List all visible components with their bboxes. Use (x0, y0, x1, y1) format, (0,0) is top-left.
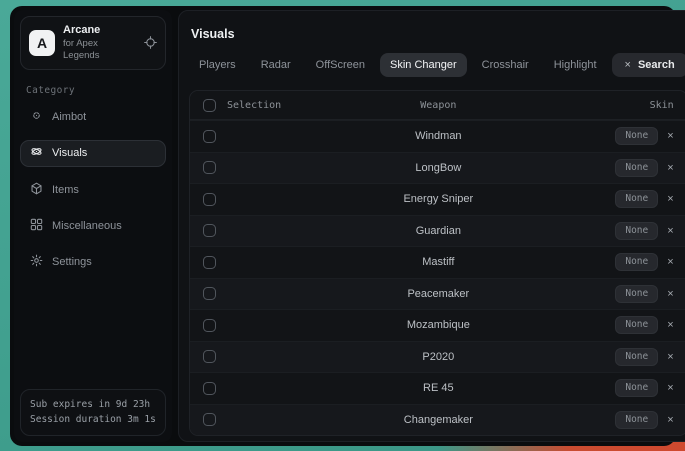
target-icon[interactable] (144, 36, 157, 49)
row-checkbox[interactable] (203, 130, 216, 143)
clear-skin-icon[interactable]: × (667, 130, 673, 142)
weapon-name: Energy Sniper (190, 193, 685, 205)
sidebar-item-label: Miscellaneous (52, 220, 122, 232)
clear-skin-icon[interactable]: × (667, 351, 673, 363)
eye-icon (30, 145, 43, 161)
row-checkbox[interactable] (203, 224, 216, 237)
tab-crosshair[interactable]: Crosshair (472, 53, 539, 77)
sidebar-item-aimbot[interactable]: Aimbot (20, 104, 166, 131)
sidebar-item-settings[interactable]: Settings (20, 249, 166, 276)
tab-skin-changer[interactable]: Skin Changer (380, 53, 467, 77)
app-logo: A (29, 30, 55, 56)
clear-skin-icon[interactable]: × (667, 162, 673, 174)
skin-value-chip[interactable]: None (615, 348, 658, 366)
skin-value-chip[interactable]: None (615, 379, 658, 397)
skin-value-chip[interactable]: None (615, 316, 658, 334)
sidebar-item-items[interactable]: Items (20, 177, 166, 204)
search-button[interactable]: × Search (612, 53, 685, 77)
row-checkbox[interactable] (203, 382, 216, 395)
column-header-skin: Skin (650, 100, 674, 111)
skin-value-chip[interactable]: None (615, 127, 658, 145)
clear-skin-icon[interactable]: × (667, 288, 673, 300)
skin-value-chip[interactable]: None (615, 411, 658, 429)
gear-icon (30, 254, 43, 270)
row-checkbox[interactable] (203, 287, 216, 300)
table-row: Windman None × (190, 120, 685, 152)
table-row: Changemaker None × (190, 404, 685, 436)
skin-value-chip[interactable]: None (615, 285, 658, 303)
row-checkbox[interactable] (203, 319, 216, 332)
page-title: Visuals (191, 27, 685, 41)
search-button-label: Search (638, 59, 675, 71)
row-checkbox[interactable] (203, 413, 216, 426)
weapon-name: Peacemaker (190, 288, 685, 300)
weapon-name: Mozambique (190, 319, 685, 331)
clear-skin-icon[interactable]: × (667, 319, 673, 331)
category-label: Category (26, 85, 160, 96)
weapon-name: Windman (190, 130, 685, 142)
skin-value-chip[interactable]: None (615, 222, 658, 240)
row-checkbox[interactable] (203, 193, 216, 206)
search-icon: × (625, 59, 631, 71)
clear-skin-icon[interactable]: × (667, 414, 673, 426)
skin-value-chip[interactable]: None (615, 190, 658, 208)
layout-grid-icon (30, 218, 43, 234)
tab-radar[interactable]: Radar (251, 53, 301, 77)
tab-offscreen[interactable]: OffScreen (306, 53, 375, 77)
tab-players[interactable]: Players (189, 53, 246, 77)
sidebar-item-label: Visuals (52, 147, 87, 159)
brand-text: Arcane for Apex Legends (63, 24, 136, 62)
table-header-row: Selection Weapon Skin (190, 91, 685, 120)
tab-highlight[interactable]: Highlight (544, 53, 607, 77)
skin-table: Selection Weapon Skin Windman None × Long… (189, 90, 685, 436)
row-checkbox[interactable] (203, 350, 216, 363)
skin-value-chip[interactable]: None (615, 253, 658, 271)
clear-skin-icon[interactable]: × (667, 256, 673, 268)
sidebar-item-label: Aimbot (52, 111, 86, 123)
table-row: Peacemaker None × (190, 278, 685, 310)
skin-value-chip[interactable]: None (615, 159, 658, 177)
app-subtitle: for Apex Legends (63, 38, 136, 62)
sidebar: A Arcane for Apex Legends Category Aimbo… (14, 10, 172, 442)
table-row: Mozambique None × (190, 309, 685, 341)
column-header-selection: Selection (227, 100, 281, 111)
table-row: P2020 None × (190, 341, 685, 373)
crosshair-icon (30, 109, 43, 125)
weapon-name: RE 45 (190, 382, 685, 394)
sub-expires-text: Sub expires in 9d 23h (30, 397, 156, 413)
tab-bar: Players Radar OffScreen Skin Changer Cro… (189, 53, 685, 77)
session-duration-text: Session duration 3m 1s (30, 412, 156, 428)
weapon-name: Guardian (190, 225, 685, 237)
brand-card: A Arcane for Apex Legends (20, 16, 166, 70)
table-row: Energy Sniper None × (190, 183, 685, 215)
clear-skin-icon[interactable]: × (667, 225, 673, 237)
weapon-name: Changemaker (190, 414, 685, 426)
table-row: Guardian None × (190, 215, 685, 247)
select-all-checkbox[interactable] (203, 99, 216, 112)
app-window: A Arcane for Apex Legends Category Aimbo… (10, 6, 676, 446)
sidebar-item-label: Settings (52, 256, 92, 268)
subscription-info: Sub expires in 9d 23h Session duration 3… (20, 389, 166, 436)
sidebar-item-label: Items (52, 184, 79, 196)
weapon-name: LongBow (190, 162, 685, 174)
main-panel: Visuals Players Radar OffScreen Skin Cha… (178, 10, 685, 442)
row-checkbox[interactable] (203, 256, 216, 269)
weapon-name: Mastiff (190, 256, 685, 268)
sidebar-item-miscellaneous[interactable]: Miscellaneous (20, 213, 166, 240)
clear-skin-icon[interactable]: × (667, 193, 673, 205)
app-name: Arcane (63, 24, 136, 38)
table-row: RE 45 None × (190, 372, 685, 404)
sidebar-item-visuals[interactable]: Visuals (20, 140, 166, 167)
row-checkbox[interactable] (203, 161, 216, 174)
table-row: Mastiff None × (190, 246, 685, 278)
weapon-name: P2020 (190, 351, 685, 363)
clear-skin-icon[interactable]: × (667, 382, 673, 394)
table-row: LongBow None × (190, 152, 685, 184)
package-icon (30, 182, 43, 198)
